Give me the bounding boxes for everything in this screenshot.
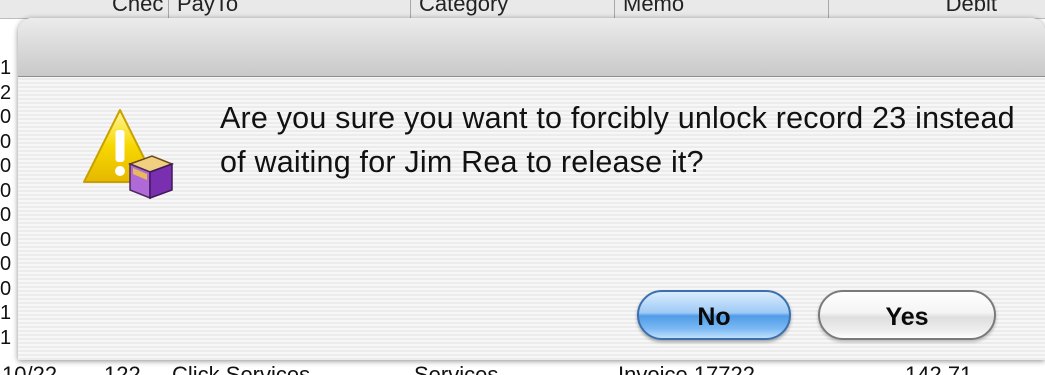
left-column-cell: 2 — [0, 81, 12, 104]
row-cell-date: 10/22 — [2, 362, 58, 375]
row-cell-memo: Invoice 17722 — [618, 362, 755, 375]
screen: Chec PayTo Category Memo Debit 1 2 0 0 0… — [0, 0, 1045, 375]
column-header-category[interactable]: Category — [410, 0, 609, 18]
column-header-check[interactable]: Chec — [104, 0, 172, 18]
cube-badge-icon — [127, 155, 175, 200]
dialog-titlebar — [18, 18, 1045, 77]
row-cell-debit: 142.71 — [905, 362, 973, 375]
row-cell-payto: Click Services — [172, 362, 311, 375]
left-column-cell: 0 — [0, 155, 12, 177]
left-column-cell: 0 — [0, 228, 12, 251]
left-column-cell: 0 — [0, 130, 12, 153]
left-column-cell: 1 — [0, 57, 12, 79]
yes-button[interactable]: Yes — [818, 290, 996, 340]
left-column-cell: 1 — [0, 326, 12, 349]
alert-dialog: Are you sure you want to forcibly unlock… — [18, 18, 1045, 360]
row-cell-check: 122 — [104, 362, 141, 375]
left-column-cell: 0 — [0, 277, 12, 300]
left-column-cell: 0 — [0, 106, 12, 128]
column-header-debit[interactable]: Debit — [828, 0, 1005, 18]
warning-icon — [80, 102, 190, 212]
left-column-cell: 0 — [0, 179, 12, 202]
left-column-cell: 0 — [0, 253, 12, 275]
column-header-memo[interactable]: Memo — [614, 0, 823, 18]
row-cell-category: Services — [414, 362, 499, 375]
background-table-row[interactable]: 10/22 122 Click Services Services Invoic… — [0, 360, 1045, 375]
background-table-header: Chec PayTo Category Memo Debit — [0, 0, 1045, 19]
background-left-column: 1 2 0 0 0 0 0 0 0 0 1 1 — [0, 56, 14, 350]
column-header-payto[interactable]: PayTo — [168, 0, 407, 18]
no-button[interactable]: No — [637, 290, 791, 340]
left-column-cell: 0 — [0, 204, 12, 226]
left-column-cell: 1 — [0, 302, 12, 324]
dialog-message: Are you sure you want to forcibly unlock… — [220, 101, 1015, 179]
